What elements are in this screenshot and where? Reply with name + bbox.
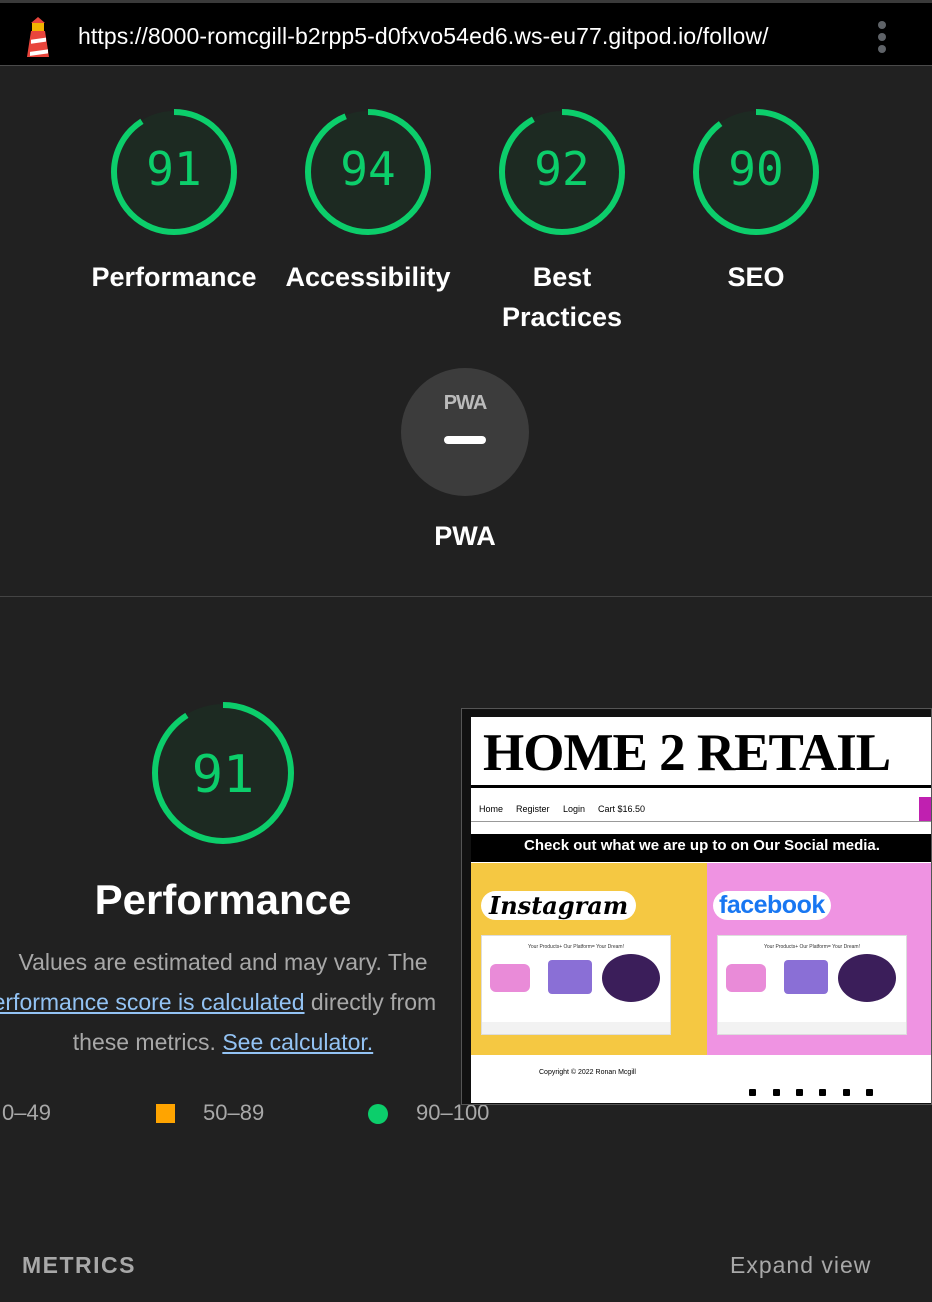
instagram-logo: Instagram xyxy=(481,891,637,920)
screenshot-page: HOME 2 RETAIL Home Register Login Cart $… xyxy=(471,717,931,1103)
social-banner: Check out what we are up to on Our Socia… xyxy=(471,834,931,862)
pass-circle-icon xyxy=(368,1104,388,1124)
preview-footer xyxy=(718,1022,906,1034)
preview-graphic xyxy=(784,960,828,994)
label-accessibility: Accessibility xyxy=(285,262,451,292)
legend-fail: 0–49 xyxy=(2,1100,51,1125)
preview-graphic xyxy=(490,964,530,992)
preview-caption: Your Products+ Our Platform= Your Dream! xyxy=(764,944,860,950)
preview-graphic xyxy=(726,964,766,992)
section-divider xyxy=(0,596,932,597)
facebook-preview: Your Products+ Our Platform= Your Dream! xyxy=(717,935,907,1035)
more-options-icon[interactable] xyxy=(874,19,890,55)
facebook-icon xyxy=(819,1089,826,1096)
see-calculator-link[interactable]: See calculator. xyxy=(222,1029,373,1055)
performance-score-large: 91 xyxy=(191,745,255,805)
nav-toggle-icon xyxy=(919,797,931,821)
score-best-practices: 92 xyxy=(534,142,590,196)
site-copyright: Copyright © 2022 Ronan Mcgill xyxy=(539,1069,636,1076)
score-accessibility: 94 xyxy=(340,142,396,196)
site-title: HOME 2 RETAIL xyxy=(483,724,891,782)
page-url: https://8000-romcgill-b2rpp5-d0fxvo54ed6… xyxy=(78,23,769,49)
preview-caption: Your Products+ Our Platform= Your Dream! xyxy=(528,944,624,950)
nav-register: Register xyxy=(516,804,550,814)
desc-line1: Values are estimated and may vary. The xyxy=(18,949,428,975)
site-nav: Home Register Login Cart $16.50 xyxy=(471,797,931,822)
performance-description: Values are estimated and may vary. The p… xyxy=(0,942,466,1062)
label-performance: Performance xyxy=(91,262,257,292)
instagram-preview: Your Products+ Our Platform= Your Dream! xyxy=(481,935,671,1035)
score-seo: 90 xyxy=(728,142,784,196)
preview-graphic xyxy=(602,954,660,1002)
facebook-logo: facebook xyxy=(713,891,831,920)
score-performance: 91 xyxy=(146,142,202,196)
desc-line2-rest: directly from xyxy=(304,989,437,1015)
instagram-panel: Instagram Your Products+ Our Platform= Y… xyxy=(471,863,707,1055)
preview-graphic xyxy=(548,960,592,994)
preview-footer xyxy=(482,1022,670,1034)
label-best-practices-line2: Practices xyxy=(501,302,623,332)
camera-icon xyxy=(866,1089,873,1096)
average-square-icon xyxy=(156,1104,175,1123)
linkedin-icon xyxy=(749,1089,756,1096)
social-icons xyxy=(749,1089,899,1099)
performance-title: Performance xyxy=(94,876,352,923)
desc-line3: these metrics. xyxy=(72,1029,223,1055)
final-screenshot[interactable]: HOME 2 RETAIL Home Register Login Cart $… xyxy=(461,708,932,1105)
score-calculated-link[interactable]: performance score is calculated xyxy=(0,989,305,1015)
lighthouse-icon xyxy=(27,17,49,57)
legend-average: 50–89 xyxy=(203,1100,265,1125)
facebook-panel: facebook Your Products+ Our Platform= Yo… xyxy=(707,863,931,1055)
expand-view-button[interactable]: Expand view xyxy=(730,1252,871,1279)
label-pwa: PWA xyxy=(434,521,496,551)
title-rule xyxy=(471,785,931,788)
pwa-badge-icon xyxy=(401,368,529,496)
label-best-practices-line1: Best xyxy=(532,262,592,292)
url-bar: https://8000-romcgill-b2rpp5-d0fxvo54ed6… xyxy=(0,0,932,66)
skype-icon xyxy=(796,1089,803,1096)
nav-cart: Cart $16.50 xyxy=(598,804,646,814)
nav-login: Login xyxy=(563,804,586,814)
metrics-heading: METRICS xyxy=(22,1252,136,1278)
preview-graphic xyxy=(838,954,896,1002)
pwa-badge-text: PWA xyxy=(443,392,488,414)
twitter-icon xyxy=(773,1089,780,1096)
nav-home: Home xyxy=(479,804,504,814)
label-seo: SEO xyxy=(727,262,785,292)
instagram-icon xyxy=(843,1089,850,1096)
